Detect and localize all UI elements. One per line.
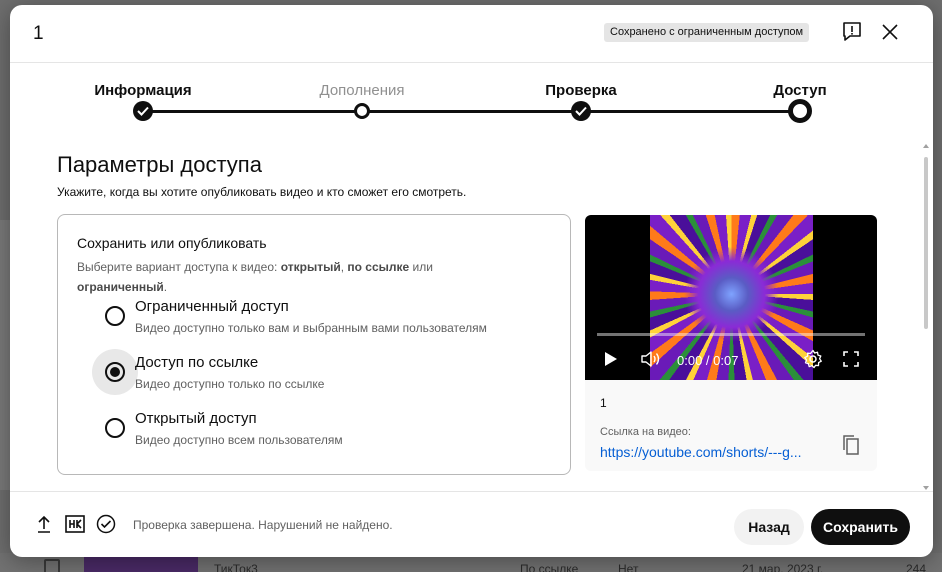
background-row-visibility: По ссылке xyxy=(520,562,579,572)
saved-status-badge: Сохранено с ограниченным доступом xyxy=(604,23,810,42)
volume-button[interactable] xyxy=(639,348,663,370)
card-description: Выберите вариант доступа к видео: открыт… xyxy=(77,260,433,294)
radio-private[interactable] xyxy=(105,306,125,326)
fullscreen-button[interactable] xyxy=(841,348,861,370)
video-player[interactable]: 0:00 / 0:07 xyxy=(585,215,877,380)
close-button[interactable] xyxy=(878,20,902,44)
video-link[interactable]: https://youtube.com/shorts/---g... xyxy=(600,444,815,460)
option-label: Ограниченный доступ xyxy=(135,298,289,315)
upload-dialog: 1 Сохранено с ограниченным доступом Инфо… xyxy=(10,5,933,557)
save-button[interactable]: Сохранить xyxy=(811,509,910,545)
check-icon xyxy=(137,106,149,116)
scroll-thumb[interactable] xyxy=(924,157,928,329)
step-label: Информация xyxy=(94,82,192,99)
visibility-option-private[interactable]: Ограниченный доступ Видео доступно тольк… xyxy=(92,293,552,339)
radio-wrap xyxy=(92,405,138,451)
radio-wrap xyxy=(92,293,138,339)
hd-status-button[interactable] xyxy=(64,513,86,535)
option-sublabel: Видео доступно только вам и выбранным ва… xyxy=(135,321,487,335)
option-sublabel: Видео доступно только по ссылке xyxy=(135,377,325,391)
settings-button[interactable] xyxy=(802,348,824,370)
radio-wrap xyxy=(92,349,138,395)
card-title: Сохранить или опубликовать xyxy=(77,235,267,251)
preview-video-title: 1 xyxy=(600,396,607,410)
hd-icon xyxy=(65,515,85,533)
background-row-checkbox xyxy=(44,559,60,572)
upload-stepper: Информация Дополнения Проверка Доступ xyxy=(10,63,933,143)
gear-icon xyxy=(804,349,822,369)
dialog-scrollbar[interactable] xyxy=(923,143,929,495)
dialog-footer: Проверка завершена. Нарушений не найдено… xyxy=(10,491,933,557)
video-time: 0:00 / 0:07 xyxy=(677,353,739,368)
step-current-dot xyxy=(788,99,812,123)
fullscreen-icon xyxy=(843,351,859,367)
background-row-date: 21 мар. 2023 г. xyxy=(742,562,824,572)
step-label: Проверка xyxy=(545,82,617,99)
video-preview-panel: 0:00 / 0:07 1 Ссылка на видео: https://y… xyxy=(585,215,877,471)
option-sublabel: Видео доступно всем пользователям xyxy=(135,433,343,447)
step-done-dot xyxy=(133,101,153,121)
check-icon xyxy=(575,106,587,116)
background-row-views: 244 xyxy=(906,562,927,572)
visibility-option-public[interactable]: Открытый доступ Видео доступно всем поль… xyxy=(92,405,552,451)
close-icon xyxy=(882,24,898,40)
step-open-dot xyxy=(354,103,370,119)
step-done-dot xyxy=(571,101,591,121)
volume-icon xyxy=(641,351,660,367)
scroll-up-arrow-icon[interactable] xyxy=(923,143,929,149)
background-row-thumbnail xyxy=(84,556,198,572)
dialog-title: 1 xyxy=(33,23,44,44)
checks-status-button[interactable] xyxy=(95,513,117,535)
feedback-icon xyxy=(843,22,861,41)
check-circle-icon xyxy=(96,514,116,534)
upload-status-button[interactable] xyxy=(33,513,55,535)
dialog-header: 1 Сохранено с ограниченным доступом xyxy=(10,5,933,63)
background-row-title: ТикТок3 xyxy=(214,562,258,572)
background-page-edge xyxy=(0,220,10,490)
feedback-button[interactable] xyxy=(840,20,864,44)
option-label: Доступ по ссылке xyxy=(135,354,259,371)
save-or-publish-card: Сохранить или опубликовать Выберите вари… xyxy=(57,214,571,475)
visibility-option-unlisted[interactable]: Доступ по ссылке Видео доступно только п… xyxy=(92,349,552,395)
back-button[interactable]: Назад xyxy=(734,509,804,545)
section-description: Укажите, когда вы хотите опубликовать ви… xyxy=(57,185,467,199)
copy-link-button[interactable] xyxy=(839,433,863,457)
video-progress-bar[interactable] xyxy=(597,333,865,336)
section-title: Параметры доступа xyxy=(57,152,262,177)
option-label: Открытый доступ xyxy=(135,410,257,427)
copy-icon xyxy=(843,435,859,455)
step-label: Дополнения xyxy=(319,82,405,99)
play-button[interactable] xyxy=(601,348,621,370)
radio-unlisted[interactable] xyxy=(105,362,125,382)
background-row-restrictions: Нет xyxy=(618,562,639,572)
stepper-line xyxy=(143,110,800,113)
checks-status-text: Проверка завершена. Нарушений не найдено… xyxy=(133,518,393,532)
upload-icon xyxy=(38,515,50,533)
radio-public[interactable] xyxy=(105,418,125,438)
step-label: Доступ xyxy=(773,82,827,99)
video-link-label: Ссылка на видео: xyxy=(600,426,691,438)
play-icon xyxy=(605,352,617,366)
